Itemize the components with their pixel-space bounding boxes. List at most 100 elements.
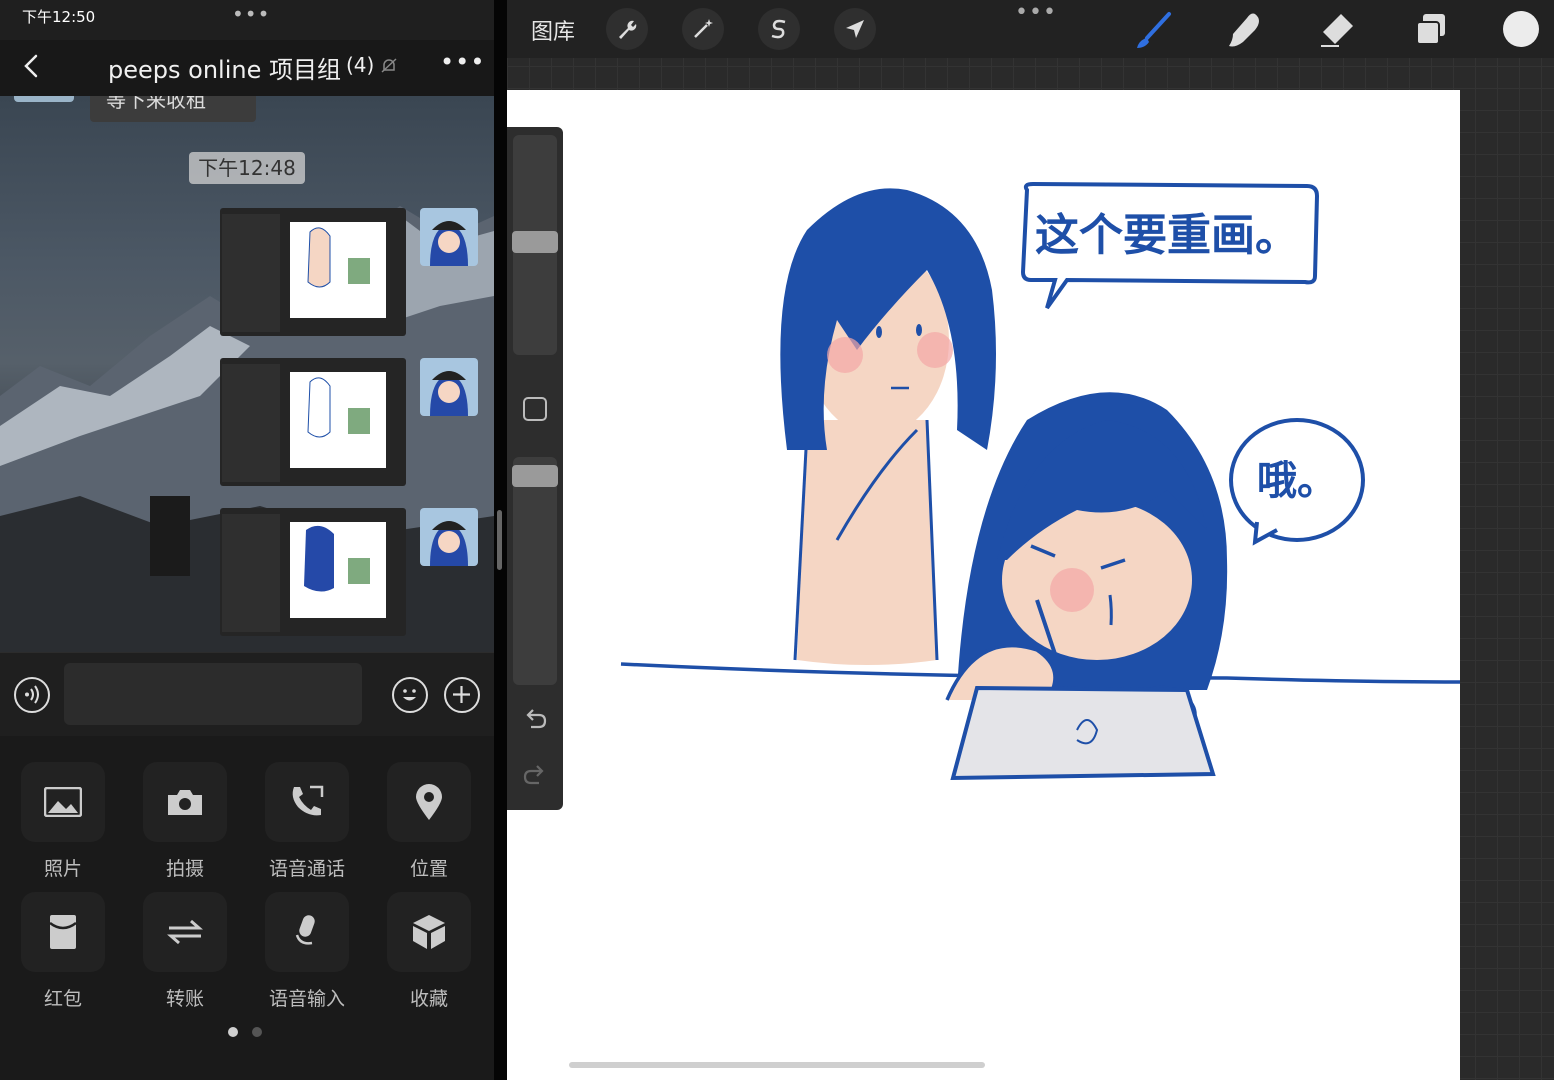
smudge-finger-icon	[1229, 13, 1259, 47]
more-functions-button[interactable]	[444, 677, 480, 713]
toolbar-more-dots[interactable]: •••	[1015, 0, 1057, 25]
thumbnail-canvas	[290, 522, 386, 618]
thumbnail-chat-list	[222, 214, 280, 332]
message-input[interactable]	[64, 663, 362, 725]
speech-bubble-1-text: 这个要重画。	[1035, 210, 1299, 261]
chat-title: peeps online 项目组	[108, 56, 341, 84]
panel-item-voice-input[interactable]: 语音输入	[252, 892, 362, 1011]
modify-button[interactable]	[523, 397, 547, 421]
drawing-toolbar: 图库 •••	[507, 0, 1554, 58]
panel-tile	[387, 892, 471, 972]
panel-page-indicator[interactable]	[228, 1022, 276, 1041]
page-dot	[252, 1027, 262, 1037]
thumbnail-chat-list	[222, 514, 280, 632]
brush-icon	[1137, 12, 1171, 48]
my-avatar[interactable]	[420, 358, 478, 416]
redo-icon[interactable]	[519, 759, 551, 791]
wrench-icon	[619, 20, 637, 39]
brush-sidebar	[507, 127, 563, 810]
gallery-button[interactable]: 图库	[531, 14, 575, 46]
panel-item-location[interactable]: 位置	[374, 762, 484, 881]
transform-button[interactable]	[834, 8, 876, 50]
panel-label: 语音输入	[268, 988, 345, 1010]
layers-icon	[1416, 14, 1445, 45]
photo-icon	[44, 787, 82, 817]
undo-icon[interactable]	[519, 703, 551, 735]
voice-call-icon	[292, 785, 324, 816]
arrow-cursor-icon	[846, 20, 864, 38]
back-button[interactable]	[16, 50, 46, 82]
sender-avatar[interactable]	[14, 96, 74, 102]
panel-tile	[21, 762, 105, 842]
smiley-icon	[403, 689, 416, 701]
voice-input-button[interactable]	[14, 677, 50, 713]
color-picker-button[interactable]	[1503, 11, 1539, 47]
my-avatar[interactable]	[420, 508, 478, 566]
drawing-app: 图库 ••• 这个要重画。 哦。	[507, 0, 1554, 1080]
image-message[interactable]	[220, 508, 406, 636]
thumbnail-canvas	[290, 222, 386, 318]
speech-bubble-2-text: 哦。	[1257, 458, 1337, 504]
thumbnail-chat-list	[222, 364, 280, 482]
message-timestamp: 下午12:48	[189, 152, 305, 184]
selection-button[interactable]	[758, 8, 800, 50]
panel-label: 收藏	[409, 988, 448, 1010]
magic-wand-icon	[694, 19, 713, 38]
status-time: 下午12:50	[22, 8, 96, 26]
panel-tile	[387, 762, 471, 842]
selection-s-icon	[771, 19, 786, 39]
transfer-icon	[167, 919, 203, 945]
panel-item-photos[interactable]: 照片	[8, 762, 118, 881]
favorites-cube-icon	[413, 915, 445, 949]
image-message[interactable]	[220, 358, 406, 486]
page-dot-active	[228, 1027, 238, 1037]
brush-size-thumb[interactable]	[512, 231, 558, 253]
panel-item-transfer[interactable]: 转账	[130, 892, 240, 1011]
thumbnail-canvas	[290, 372, 386, 468]
panel-label: 转账	[165, 988, 204, 1010]
my-avatar[interactable]	[420, 208, 478, 266]
drawing-canvas[interactable]: 这个要重画。 哦。	[507, 90, 1460, 1080]
panel-item-favorites[interactable]: 收藏	[374, 892, 484, 1011]
brush-opacity-slider[interactable]	[513, 457, 557, 685]
panel-tile	[143, 892, 227, 972]
adjustments-button[interactable]	[682, 8, 724, 50]
multitask-dots[interactable]: •••	[232, 2, 270, 26]
canvas-illustration: 这个要重画。 哦。	[620, 181, 1460, 781]
panel-tile	[21, 892, 105, 972]
location-icon	[416, 784, 442, 820]
function-panel: 照片 拍摄 语音通话 位置 红包 转账 语音输入 收藏	[0, 736, 494, 1080]
microphone-icon	[295, 915, 315, 945]
previous-message-text: 等下来收租	[106, 96, 206, 112]
eraser-icon	[1321, 14, 1353, 47]
image-message[interactable]	[220, 208, 406, 336]
panel-item-red-packet[interactable]: 红包	[8, 892, 118, 1011]
panel-item-voice-call[interactable]: 语音通话	[252, 762, 362, 881]
message-input-bar	[0, 652, 494, 736]
panel-label: 照片	[43, 858, 82, 880]
brush-opacity-thumb[interactable]	[512, 465, 558, 487]
eraser-button[interactable]	[1317, 10, 1357, 50]
panel-label: 语音通话	[268, 858, 345, 880]
voice-wave-icon	[25, 685, 39, 704]
home-indicator[interactable]	[569, 1062, 985, 1068]
panel-tile	[265, 762, 349, 842]
previous-message-bubble[interactable]: 等下来收租	[90, 96, 256, 122]
panel-label: 拍摄	[165, 858, 204, 880]
split-screen: 下午12:50 ••• peeps online 项目组 (4) ••• 等下来…	[0, 0, 1554, 1080]
smudge-button[interactable]	[1225, 10, 1265, 50]
panel-item-camera[interactable]: 拍摄	[130, 762, 240, 881]
chat-more-button[interactable]: •••	[440, 48, 485, 76]
layers-button[interactable]	[1411, 10, 1451, 50]
brush-button[interactable]	[1133, 10, 1173, 50]
plus-icon	[453, 686, 470, 703]
chat-app: 下午12:50 ••• peeps online 项目组 (4) ••• 等下来…	[0, 0, 494, 1080]
mute-bell-icon	[381, 58, 397, 73]
emoji-button[interactable]	[392, 677, 428, 713]
red-packet-icon	[49, 915, 77, 949]
panel-tile	[143, 762, 227, 842]
chat-header: peeps online 项目组 (4) •••	[0, 40, 494, 96]
actions-button[interactable]	[606, 8, 648, 50]
camera-icon	[168, 790, 202, 815]
split-view-handle[interactable]	[497, 510, 502, 570]
